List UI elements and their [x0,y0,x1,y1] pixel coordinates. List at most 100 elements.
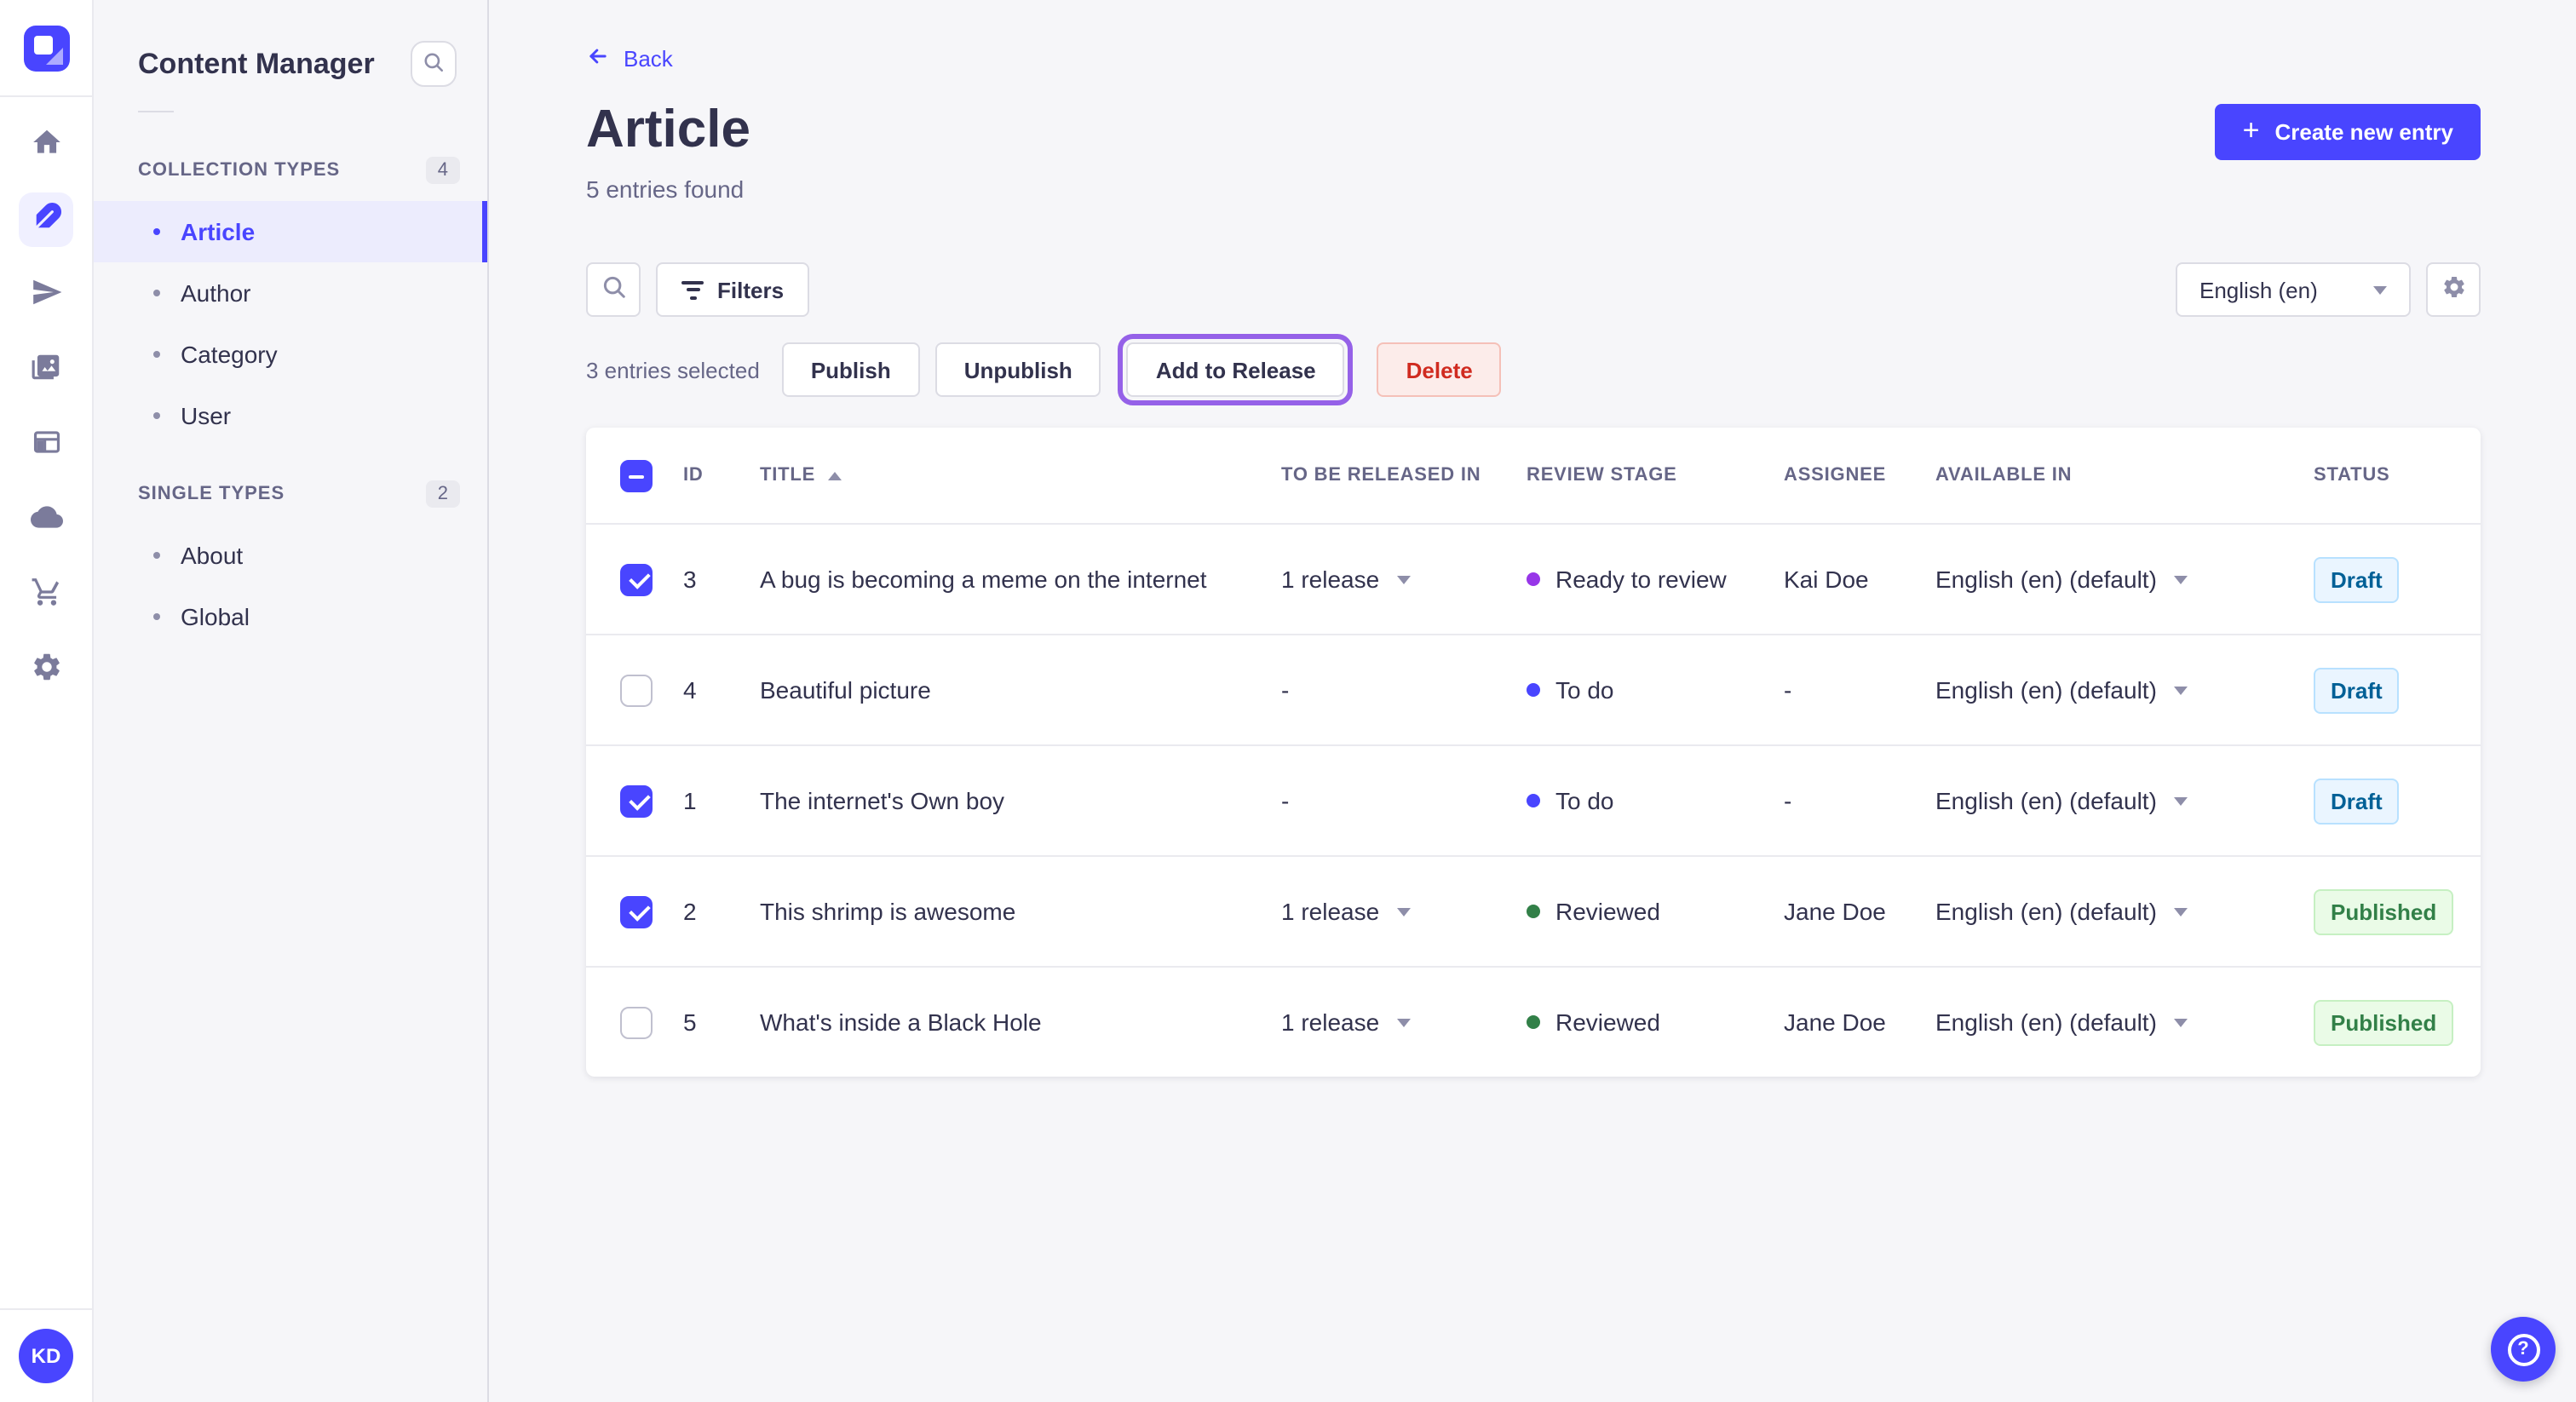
strapi-logo[interactable] [23,25,69,71]
chevron-down-icon [2173,686,2188,694]
subnav-header: Content Manager [94,0,487,104]
selection-actions: 3 entries selected Publish Unpublish Add… [586,334,2481,405]
section-label: SINGLE TYPES [138,484,285,504]
row-select-cell [586,784,683,817]
chevron-down-icon [1396,575,1411,583]
status-badge: Draft [2314,778,2400,824]
row-checkbox[interactable] [620,784,653,817]
chevron-down-icon [2373,285,2387,294]
view-settings-button[interactable] [2426,262,2481,317]
cell-id: 2 [683,898,760,925]
cell-release: - [1281,787,1527,814]
release-value: 1 release [1281,898,1380,925]
chevron-down-icon [2173,1018,2188,1026]
nav-marketplace-button[interactable] [19,567,73,622]
nav-home-button[interactable] [19,118,73,172]
logo-area [0,0,92,97]
filters-label: Filters [717,277,785,302]
sort-asc-icon [827,471,842,480]
unpublish-button[interactable]: Unpublish [934,342,1101,397]
home-icon [30,126,62,164]
release-value: 1 release [1281,1008,1380,1036]
cell-available-in[interactable]: English (en) (default) [1935,898,2314,925]
select-all-checkbox[interactable] [620,459,653,491]
assignee-name: - [1784,676,1792,704]
publish-button[interactable]: Publish [781,342,920,397]
question-mark-icon: ? [2507,1333,2539,1365]
subnav-item-article[interactable]: Article [94,201,487,262]
table-row[interactable]: 4 Beautiful picture - To do - English (en) (d… [586,634,2481,744]
nav-settings-button[interactable] [19,642,73,697]
cell-release[interactable]: 1 release [1281,1008,1527,1036]
table-body: 3 A bug is becoming a meme on the interne… [586,523,2481,1077]
row-title: A bug is becoming a meme on the internet [760,566,1207,593]
row-select-cell [586,895,683,928]
cell-available-in[interactable]: English (en) (default) [1935,566,2314,593]
user-avatar[interactable]: KD [19,1329,73,1383]
table-row[interactable]: 5 What's inside a Black Hole 1 release Revi… [586,966,2481,1077]
filters-button[interactable]: Filters [656,262,810,317]
table-row[interactable]: 2 This shrimp is awesome 1 release Reviewed… [586,855,2481,966]
main-nav-rail: KD [0,0,94,1402]
locale-select[interactable]: English (en) [2176,262,2411,317]
subnav-item-global[interactable]: Global [94,586,487,647]
row-id: 3 [683,566,697,593]
cell-release[interactable]: 1 release [1281,566,1527,593]
gear-icon [30,651,62,688]
select-all-cell [586,459,683,491]
cell-available-in[interactable]: English (en) (default) [1935,676,2314,704]
cell-assignee: Jane Doe [1784,1008,1935,1036]
bullet-icon [153,228,160,235]
assignee-name: Jane Doe [1784,1008,1886,1036]
table-row[interactable]: 3 A bug is becoming a meme on the interne… [586,523,2481,634]
search-icon [601,274,626,305]
row-select-cell [586,1006,683,1038]
back-link[interactable]: Back [586,44,673,73]
create-entry-button[interactable]: + Create new entry [2215,104,2481,160]
subnav-item-author[interactable]: Author [94,262,487,324]
help-button[interactable]: ? [2491,1317,2556,1382]
nav-releases-button[interactable] [19,267,73,322]
cell-review-stage: Reviewed [1527,898,1784,925]
cell-available-in[interactable]: English (en) (default) [1935,1008,2314,1036]
images-icon [30,351,62,388]
cell-title: Beautiful picture [760,676,1281,704]
locale-value: English (en) (default) [1935,566,2157,593]
cell-review-stage: Ready to review [1527,566,1784,593]
add-to-release-button[interactable]: Add to Release [1118,334,1354,405]
chevron-down-icon [2173,907,2188,916]
row-title: Beautiful picture [760,676,931,704]
row-checkbox[interactable] [620,674,653,706]
nav-cloud-button[interactable] [19,492,73,547]
search-entries-button[interactable] [586,262,641,317]
subnav-item-about[interactable]: About [94,525,487,586]
delete-button[interactable]: Delete [1377,342,1502,397]
row-checkbox[interactable] [620,895,653,928]
row-checkbox[interactable] [620,563,653,595]
subnav-item-category[interactable]: Category [94,324,487,385]
assignee-name: - [1784,787,1792,814]
cell-release[interactable]: 1 release [1281,898,1527,925]
subnav-search-button[interactable] [411,41,457,87]
row-id: 1 [683,787,697,814]
cell-available-in[interactable]: English (en) (default) [1935,787,2314,814]
search-icon [423,50,445,78]
status-badge: Published [2314,999,2454,1045]
row-checkbox[interactable] [620,1006,653,1038]
stage-label: Reviewed [1555,898,1660,925]
locale-value: English (en) [2199,277,2318,302]
subnav-item-user[interactable]: User [94,385,487,446]
nav-content-type-builder-button[interactable] [19,417,73,472]
column-header-title-sort[interactable]: TITLE [760,465,1281,486]
nav-media-library-button[interactable] [19,342,73,397]
table-row[interactable]: 1 The internet's Own boy - To do - English (e… [586,744,2481,855]
cell-status: Draft [2314,556,2481,602]
arrow-left-icon [586,44,610,73]
column-header-id: ID [683,465,704,486]
subnav-section: SINGLE TYPES 2 About Global [94,446,487,647]
nav-content-manager-button[interactable] [19,192,73,247]
page-title: Article [586,99,750,158]
main-nav-icons [19,118,73,697]
toolbar-right: English (en) [2176,262,2481,317]
stage-label: To do [1555,787,1614,814]
